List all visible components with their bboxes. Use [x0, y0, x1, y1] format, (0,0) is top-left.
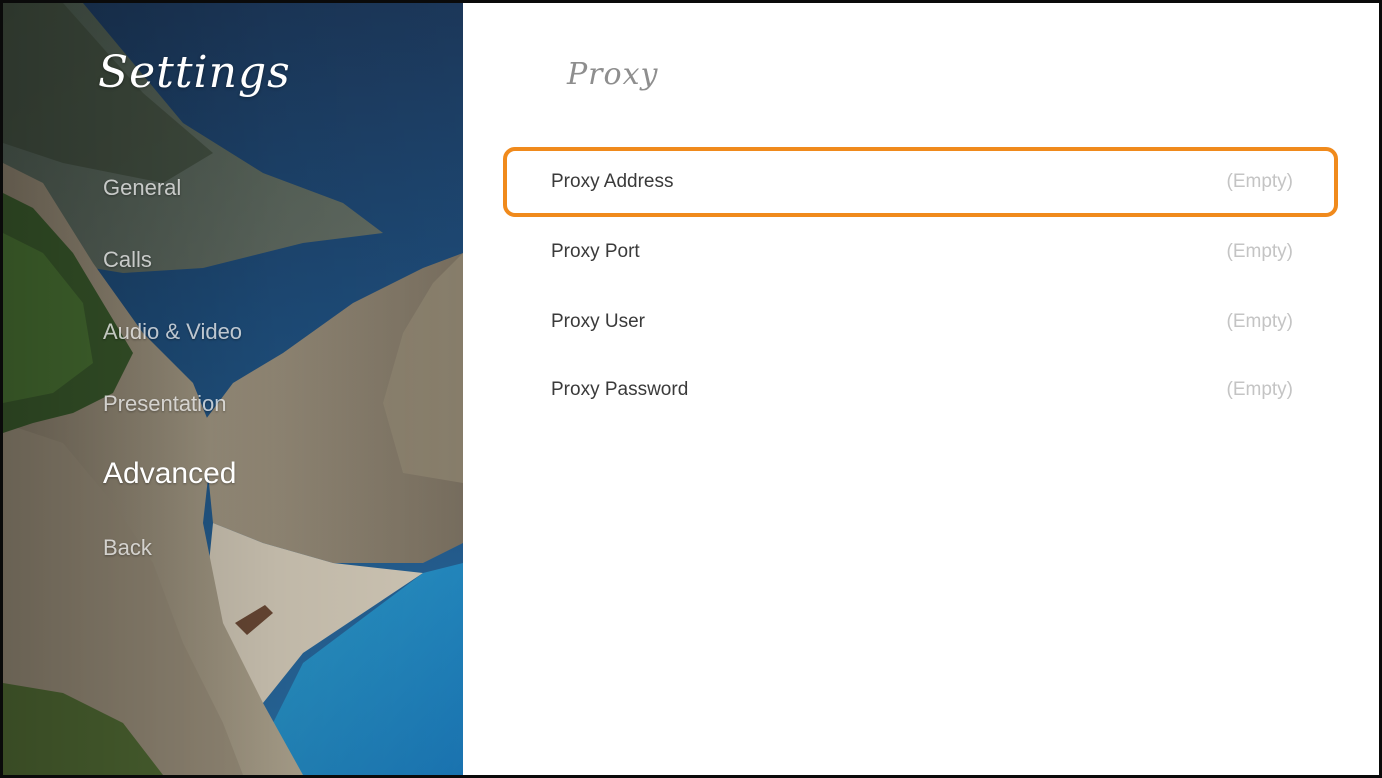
proxy-password-label: Proxy Password: [551, 379, 689, 400]
proxy-user-value: (Empty): [1226, 311, 1294, 332]
proxy-port-value: (Empty): [1226, 241, 1294, 262]
proxy-port-label: Proxy Port: [551, 241, 640, 262]
proxy-user-row[interactable]: Proxy User (Empty): [503, 287, 1338, 357]
sidebar-overlay: [3, 3, 463, 775]
nav-item-back[interactable]: Back: [103, 535, 152, 561]
proxy-port-row[interactable]: Proxy Port (Empty): [503, 217, 1338, 287]
settings-window: Settings General Calls Audio & Video Pre…: [0, 0, 1382, 778]
nav-item-advanced[interactable]: Advanced: [103, 457, 236, 491]
settings-sidebar: Settings General Calls Audio & Video Pre…: [3, 3, 463, 775]
proxy-address-label: Proxy Address: [551, 171, 674, 192]
proxy-password-value: (Empty): [1226, 379, 1294, 400]
nav-item-general[interactable]: General: [103, 175, 181, 201]
proxy-user-label: Proxy User: [551, 311, 645, 332]
nav-item-audio-video[interactable]: Audio & Video: [103, 319, 242, 345]
proxy-address-value: (Empty): [1226, 171, 1294, 192]
nav-item-presentation[interactable]: Presentation: [103, 391, 227, 417]
sidebar-title: Settings: [98, 47, 291, 98]
section-title: Proxy: [567, 57, 659, 92]
nav-item-calls[interactable]: Calls: [103, 247, 152, 273]
proxy-address-row[interactable]: Proxy Address (Empty): [503, 147, 1338, 217]
settings-content: Proxy Proxy Address (Empty) Proxy Port (…: [463, 3, 1379, 775]
proxy-password-row[interactable]: Proxy Password (Empty): [503, 355, 1338, 425]
